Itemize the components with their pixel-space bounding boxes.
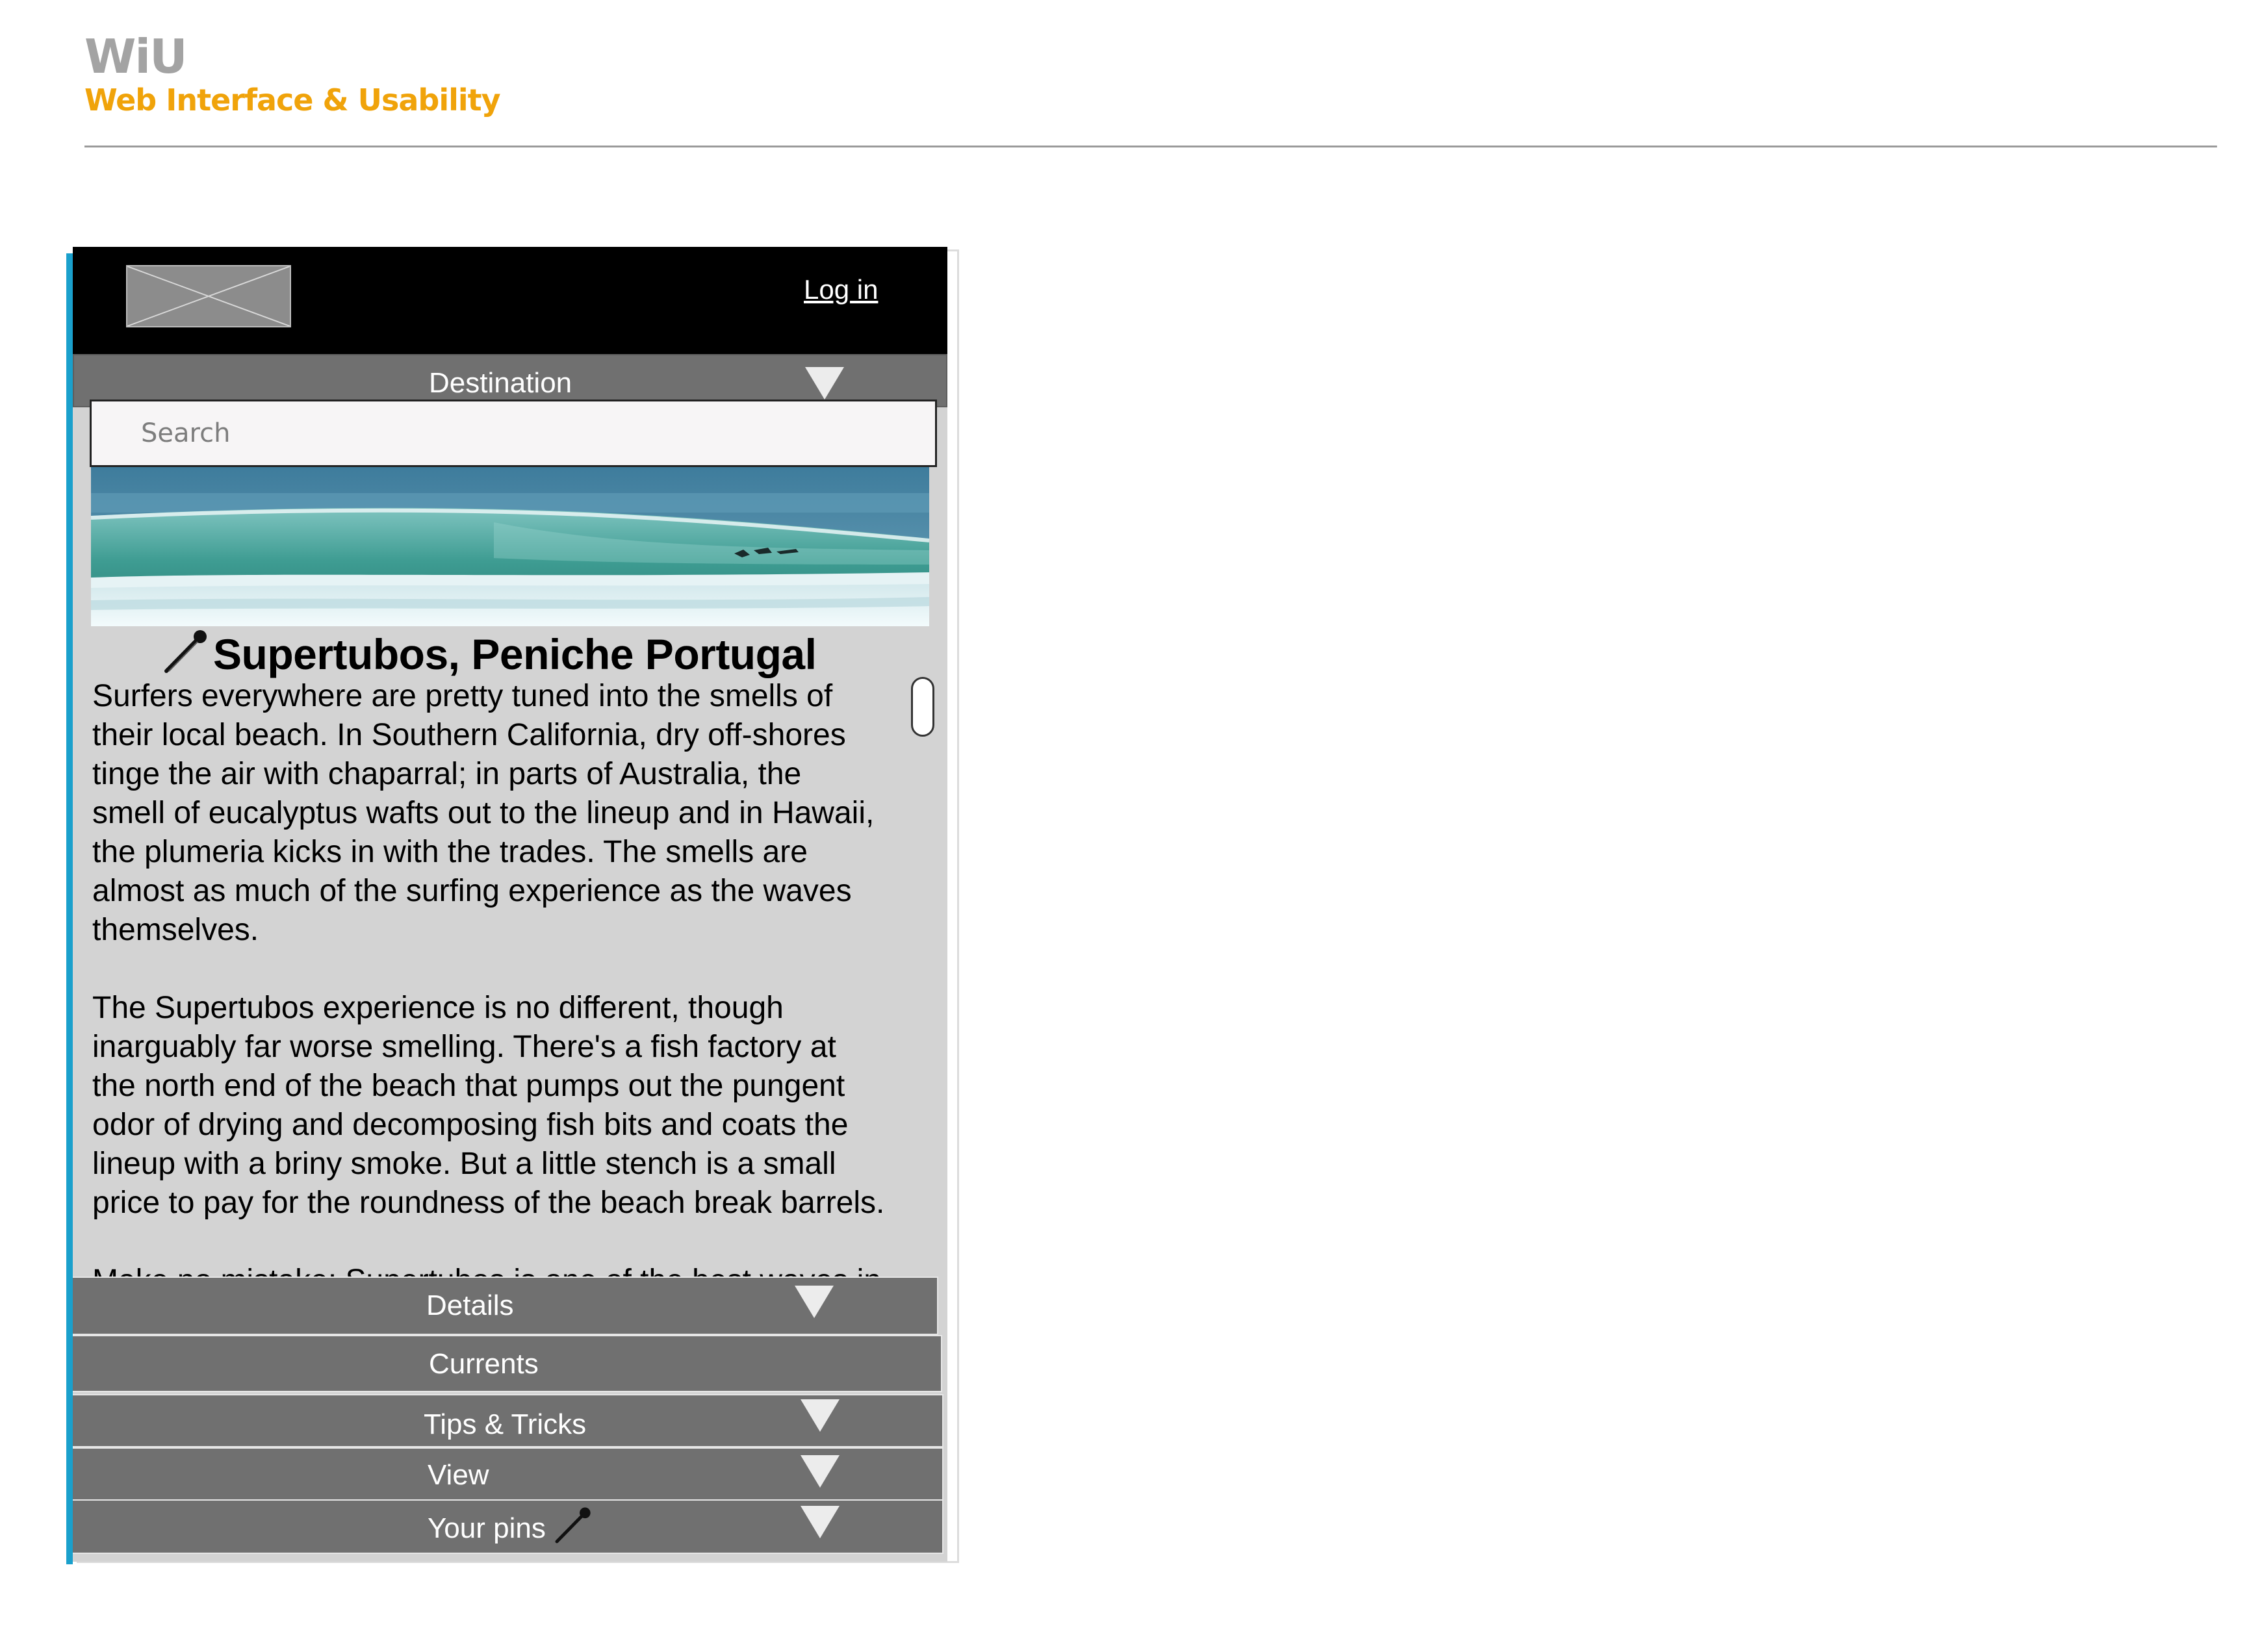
- search-input[interactable]: [92, 401, 935, 465]
- top-bar: Log in: [73, 247, 947, 354]
- pin-icon[interactable]: [162, 628, 209, 675]
- accordion-view-label: View: [428, 1459, 489, 1491]
- accordion-details[interactable]: Details: [73, 1277, 938, 1335]
- wiu-brand: WiU Web Interface & Usability: [84, 27, 501, 118]
- accordion-view[interactable]: View: [73, 1447, 943, 1501]
- header-divider: [84, 146, 2217, 147]
- accordion-tips-label: Tips & Tricks: [424, 1408, 587, 1440]
- login-link[interactable]: Log in: [804, 274, 878, 305]
- chevron-down-icon[interactable]: [801, 1455, 840, 1488]
- chevron-down-icon[interactable]: [795, 1286, 834, 1318]
- accordion-pins-label: Your pins: [428, 1512, 546, 1544]
- search-field[interactable]: [90, 400, 937, 467]
- mobile-screen: Log in Destination Search Supertubos, Pe…: [73, 247, 947, 1562]
- hero-image: [91, 467, 929, 626]
- accordion-currents[interactable]: Currents: [73, 1335, 942, 1392]
- article-paragraph: Surfers everywhere are pretty tuned into…: [92, 679, 875, 947]
- accordion-pins[interactable]: Your pins: [73, 1499, 943, 1554]
- article-title: Supertubos, Peniche Portugal: [213, 630, 817, 678]
- accordion-currents-label: Currents: [429, 1348, 539, 1380]
- accent-left-edge: [66, 253, 73, 1564]
- wiu-logo: WiU: [84, 29, 188, 84]
- accordion-tips[interactable]: Tips & Tricks: [73, 1394, 943, 1447]
- article-title-row: Supertubos, Peniche Portugal: [73, 627, 947, 679]
- article-paragraph: The Supertubos experience is no differen…: [92, 991, 885, 1220]
- accordion-details-label: Details: [426, 1290, 514, 1321]
- chevron-down-icon[interactable]: [801, 1506, 840, 1538]
- wiu-tagline: Web Interface & Usability: [84, 83, 501, 118]
- chevron-down-icon[interactable]: [805, 367, 844, 400]
- chevron-down-icon[interactable]: [801, 1399, 840, 1432]
- image-placeholder-icon[interactable]: [126, 265, 291, 327]
- scrollbar-thumb[interactable]: [911, 677, 934, 737]
- destination-label: Destination: [429, 367, 572, 399]
- pin-icon: [555, 1507, 591, 1544]
